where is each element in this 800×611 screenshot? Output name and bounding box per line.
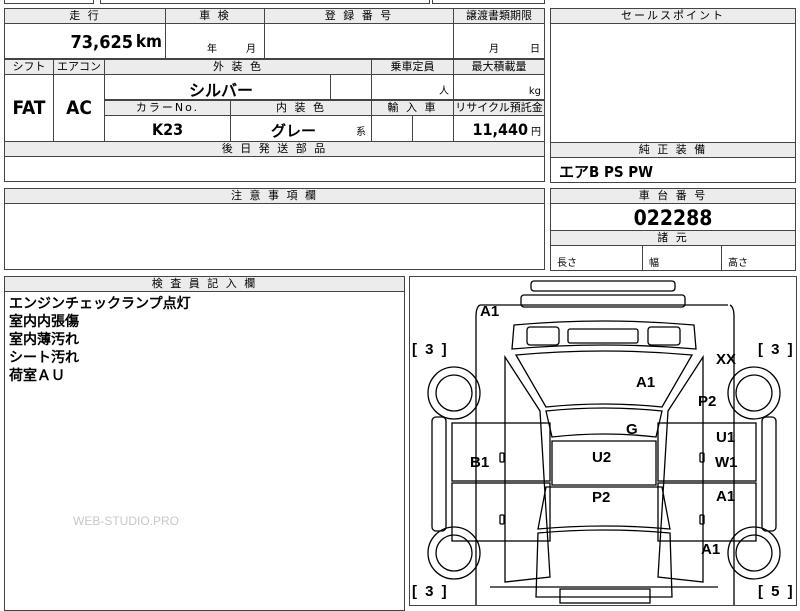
aircon-header: エアコン bbox=[53, 59, 105, 75]
capacity-unit: 人 bbox=[439, 86, 449, 97]
import-cell-a bbox=[371, 115, 413, 142]
color-no-cell: K23 bbox=[104, 115, 231, 142]
max-load-header: 最大積載量 bbox=[453, 59, 545, 75]
genuine-equipment-cell: エアB PS PW bbox=[550, 157, 796, 183]
length-label: 長さ bbox=[557, 258, 577, 269]
dimensions-header: 諸 元 bbox=[550, 230, 796, 246]
capacity-header: 乗車定員 bbox=[371, 59, 454, 75]
tire-depth-rear-left: [ 3 ] bbox=[412, 583, 449, 600]
damage-mark-front-right: XX bbox=[716, 351, 737, 368]
inspector-note-list: エンジンチェックランプ点灯 室内内張傷室内薄汚れシート汚れ荷室ＡＵ bbox=[9, 295, 191, 385]
registration-header: 登 録 番 号 bbox=[264, 8, 454, 24]
tire-depth-front-right: [ 3 ] bbox=[758, 341, 795, 358]
transfer-day-label: 日 bbox=[530, 44, 540, 55]
notes-header: 注 意 事 項 欄 bbox=[4, 188, 545, 204]
interior-color-cell: グレー 系 bbox=[230, 115, 372, 142]
registration-cell bbox=[264, 23, 454, 59]
inspector-cell: エンジンチェックランプ点灯 室内内張傷室内薄汚れシート汚れ荷室ＡＵ WEB-STU… bbox=[4, 291, 405, 611]
length-cell: 長さ bbox=[550, 245, 643, 271]
inspection-month-label: 月 bbox=[246, 44, 256, 55]
top-strip-right bbox=[432, 0, 545, 4]
inspection-cell: 年 月 bbox=[165, 23, 265, 59]
notes-cell bbox=[4, 203, 545, 270]
capacity-cell: 人 bbox=[371, 74, 454, 100]
sales-point-header: セールスポイント bbox=[550, 8, 796, 24]
tire-depth-front-left: [ 3 ] bbox=[412, 341, 449, 358]
inspector-header: 検 査 員 記 入 欄 bbox=[4, 276, 405, 292]
car-diagram-frame: A1 XX A1 P2 G U1 W1 B1 U2 A1 P2 A1 [ 3 ]… bbox=[409, 276, 797, 606]
color-no-header: カラーNo. bbox=[104, 100, 231, 116]
transfer-cell: 月 日 bbox=[453, 23, 545, 59]
later-parts-cell bbox=[4, 156, 545, 182]
sales-point-cell bbox=[550, 23, 796, 143]
inspector-note-line: 荷室ＡＵ bbox=[9, 368, 65, 384]
recycle-value: 11,440 bbox=[472, 120, 528, 139]
chassis-number-value: 022288 bbox=[633, 206, 713, 230]
inspector-note-line: 室内内張傷 bbox=[9, 314, 79, 330]
interior-color-value: グレー bbox=[271, 122, 317, 140]
inspector-note-line: シート汚れ bbox=[9, 350, 79, 366]
max-load-cell: kg bbox=[453, 74, 545, 100]
width-label: 幅 bbox=[649, 258, 659, 269]
shift-cell: FAT bbox=[4, 74, 54, 142]
inspector-note-line: 室内薄汚れ bbox=[9, 332, 79, 348]
inspection-year-label: 年 bbox=[207, 44, 217, 55]
damage-mark-rear-fender-right: A1 bbox=[701, 541, 721, 558]
top-strip-left bbox=[4, 0, 94, 4]
later-parts-header: 後 日 発 送 部 品 bbox=[4, 141, 545, 157]
damage-mark-roof-center: U2 bbox=[592, 449, 612, 466]
damage-mark-front-door-right-w: W1 bbox=[715, 454, 738, 471]
transfer-header: 譲渡書類期限 bbox=[453, 8, 545, 24]
shift-value: FAT bbox=[12, 97, 46, 119]
interior-color-header: 内 装 色 bbox=[230, 100, 372, 116]
damage-mark-hood-left: A1 bbox=[480, 303, 500, 320]
exterior-color-extra-cell bbox=[330, 74, 372, 100]
max-load-unit: kg bbox=[528, 86, 541, 97]
exterior-color-cell: シルバー bbox=[104, 74, 331, 100]
chassis-number-cell: 022288 bbox=[550, 203, 796, 231]
car-diagram bbox=[427, 280, 781, 605]
import-cell-b bbox=[412, 115, 454, 142]
aircon-value: AC bbox=[66, 97, 92, 119]
inspector-note-line: エンジンチェックランプ点灯 bbox=[9, 296, 191, 312]
exterior-color-header: 外 装 色 bbox=[104, 59, 372, 75]
color-no-value: K23 bbox=[152, 120, 184, 139]
damage-mark-front-door-left: B1 bbox=[470, 454, 490, 471]
inspection-header: 車 検 bbox=[165, 8, 265, 24]
damage-mark-front-fender-right: P2 bbox=[698, 393, 717, 410]
damage-mark-windshield: A1 bbox=[636, 374, 656, 391]
damage-mark-roof-front: G bbox=[626, 421, 638, 438]
chassis-number-header: 車 台 番 号 bbox=[550, 188, 796, 204]
mileage-value: 73,625 bbox=[70, 32, 134, 53]
recycle-unit: 円 bbox=[531, 127, 541, 138]
width-cell: 幅 bbox=[642, 245, 722, 271]
aircon-cell: AC bbox=[53, 74, 105, 142]
shift-header: シフト bbox=[4, 59, 54, 75]
import-header: 輸 入 車 bbox=[371, 100, 454, 116]
genuine-equipment-header: 純 正 装 備 bbox=[550, 142, 796, 158]
damage-mark-front-door-right-u: U1 bbox=[716, 429, 736, 446]
tire-depth-rear-right: [ 5 ] bbox=[758, 583, 795, 600]
genuine-equipment-value: エアB PS PW bbox=[559, 163, 654, 181]
mileage-cell: 73,625 km bbox=[4, 23, 166, 59]
interior-color-suffix: 系 bbox=[356, 127, 366, 138]
mileage-unit: km bbox=[135, 32, 162, 52]
recycle-header: リサイクル預託金 bbox=[453, 100, 545, 116]
top-strip-mid bbox=[100, 0, 430, 4]
exterior-color-value: シルバー bbox=[189, 81, 254, 100]
damage-mark-rear-door-right: A1 bbox=[716, 488, 736, 505]
height-cell: 高さ bbox=[721, 245, 796, 271]
damage-mark-roof-rear: P2 bbox=[592, 489, 611, 506]
height-label: 高さ bbox=[728, 258, 748, 269]
mileage-header: 走 行 bbox=[4, 8, 166, 24]
transfer-month-label: 月 bbox=[489, 44, 499, 55]
recycle-cell: 11,440 円 bbox=[453, 115, 545, 142]
watermark: WEB-STUDIO.PRO bbox=[73, 514, 180, 528]
